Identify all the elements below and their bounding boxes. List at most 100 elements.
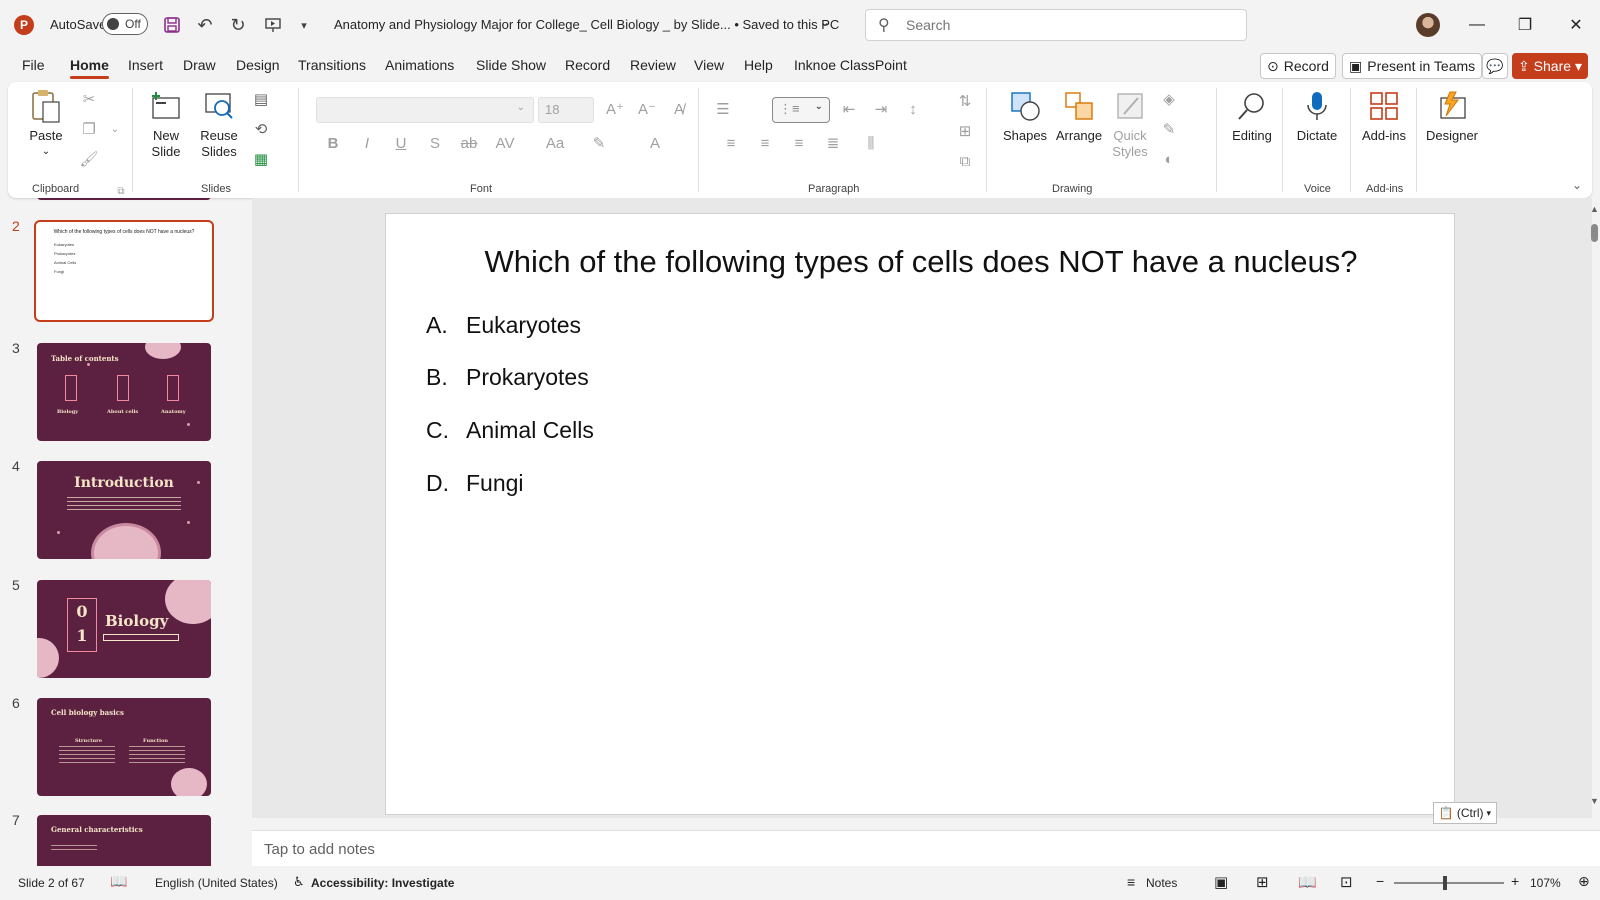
underline-icon[interactable]: U [390, 132, 412, 154]
slide-sorter-icon[interactable]: ⊞ [1256, 873, 1269, 891]
scrollbar-thumb[interactable] [1591, 224, 1598, 242]
restore-icon[interactable]: ❐ [1510, 12, 1540, 38]
shape-fill-icon[interactable]: ◈ [1158, 88, 1180, 110]
align-left-icon[interactable]: ≡ [720, 132, 742, 154]
smartart-icon[interactable]: ⧉ [954, 150, 976, 172]
slide-thumbnail-3[interactable]: Table of contents Biology About cells An… [37, 343, 211, 441]
present-in-teams-button[interactable]: ▣ Present in Teams [1342, 53, 1483, 79]
notes-pane[interactable]: Tap to add notes [252, 830, 1600, 866]
zoom-out-icon[interactable]: − [1376, 873, 1384, 889]
reset-icon[interactable]: ⟲ [250, 118, 272, 140]
slide-thumbnail-1[interactable] [37, 198, 211, 200]
section-icon[interactable]: ▦ [250, 148, 272, 170]
align-center-icon[interactable]: ≡ [754, 132, 776, 154]
change-case-icon[interactable]: Aa [544, 132, 566, 154]
strikethrough-icon[interactable]: ab [458, 132, 480, 154]
zoom-slider[interactable] [1394, 876, 1504, 890]
dictate-button[interactable]: Dictate [1294, 88, 1340, 144]
char-spacing-icon[interactable]: AV [494, 132, 516, 154]
addins-button[interactable]: Add-ins [1360, 88, 1408, 144]
scroll-down-icon[interactable]: ▼ [1590, 796, 1599, 806]
shapes-button[interactable]: Shapes [1002, 88, 1048, 144]
slide-thumbnail-5[interactable]: 0 1 Biology [37, 580, 211, 678]
accessibility-status[interactable]: Accessibility: Investigate [311, 876, 454, 890]
font-size-select[interactable]: 18 [538, 97, 594, 123]
save-icon[interactable] [160, 13, 184, 37]
editing-button[interactable]: Editing [1230, 88, 1274, 144]
title-chevron-icon[interactable]: ⌄ [820, 15, 830, 29]
zoom-in-icon[interactable]: + [1511, 873, 1519, 889]
new-slide-button[interactable]: New Slide [144, 88, 188, 160]
present-from-start-icon[interactable] [261, 13, 285, 37]
redo-icon[interactable]: ↻ [226, 13, 250, 37]
shadow-icon[interactable]: S [424, 132, 446, 154]
slide-thumbnail-7[interactable]: General characteristics [37, 815, 211, 866]
slide-show-icon[interactable]: ⊡ [1340, 873, 1353, 891]
answer-option[interactable]: C. Animal Cells [426, 417, 594, 444]
minimize-icon[interactable]: — [1462, 12, 1492, 38]
decrease-font-icon[interactable]: A⁻ [636, 98, 658, 120]
fit-to-window-icon[interactable]: ⊕ [1578, 873, 1590, 890]
document-title[interactable]: Anatomy and Physiology Major for College… [334, 17, 839, 32]
search-input[interactable] [906, 15, 1226, 35]
copy-chevron-icon[interactable]: ⌄ [104, 118, 126, 140]
bullets-icon[interactable]: ☰ [712, 98, 734, 120]
user-avatar[interactable] [1416, 13, 1440, 37]
align-right-icon[interactable]: ≡ [788, 132, 810, 154]
justify-icon[interactable]: ≣ [822, 132, 844, 154]
tab-transitions[interactable]: Transitions [298, 57, 366, 73]
columns-icon[interactable]: ⫼ [860, 132, 882, 154]
designer-button[interactable]: Designer [1424, 88, 1480, 144]
align-text-icon[interactable]: ⊞ [954, 120, 976, 142]
slide-thumbnail-4[interactable]: Introduction [37, 461, 211, 559]
normal-view-icon[interactable]: ▣ [1214, 873, 1228, 891]
answer-option[interactable]: B. Prokaryotes [426, 364, 589, 391]
tab-review[interactable]: Review [630, 57, 676, 73]
numbering-button[interactable]: ⋮≡ ⌄ [772, 97, 830, 123]
tab-draw[interactable]: Draw [183, 57, 216, 73]
copy-icon[interactable]: ❐ [78, 118, 100, 140]
tab-animations[interactable]: Animations [385, 57, 454, 73]
shape-effects-icon[interactable]: ◐ [1158, 148, 1180, 170]
zoom-level[interactable]: 107% [1530, 876, 1561, 890]
tab-record[interactable]: Record [565, 57, 610, 73]
tab-design[interactable]: Design [236, 57, 280, 73]
decrease-indent-icon[interactable]: ⇤ [838, 98, 860, 120]
vertical-scrollbar[interactable]: ▲ ▼ [1589, 204, 1599, 808]
tab-slide-show[interactable]: Slide Show [476, 57, 546, 73]
slide-thumbnail-6[interactable]: Cell biology basics Structure Function [37, 698, 211, 796]
tab-file[interactable]: File [22, 57, 45, 73]
slide-thumbnail-2[interactable]: Which of the following types of cells do… [34, 220, 214, 322]
current-slide[interactable]: Which of the following types of cells do… [385, 213, 1455, 815]
tab-help[interactable]: Help [744, 57, 773, 73]
shape-outline-icon[interactable]: ✎ [1158, 118, 1180, 140]
increase-font-icon[interactable]: A⁺ [604, 98, 626, 120]
slide-counter[interactable]: Slide 2 of 67 [18, 876, 85, 890]
answer-option[interactable]: A. Eukaryotes [426, 312, 581, 339]
arrange-button[interactable]: Arrange [1054, 88, 1104, 144]
language-indicator[interactable]: English (United States) [155, 876, 278, 890]
bold-icon[interactable]: B [322, 132, 344, 154]
paste-button[interactable]: Paste ⌄ [26, 88, 66, 160]
customize-qat-icon[interactable]: ▾ [292, 13, 316, 37]
zoom-slider-thumb[interactable] [1443, 876, 1447, 890]
comments-button[interactable]: 💬 [1482, 53, 1508, 79]
slide-title[interactable]: Which of the following types of cells do… [386, 244, 1456, 280]
record-button[interactable]: ⊙ Record [1260, 53, 1336, 79]
clear-format-icon[interactable]: A̸ [668, 98, 690, 120]
italic-icon[interactable]: I [356, 132, 378, 154]
undo-icon[interactable]: ↶ [193, 13, 217, 37]
font-family-select[interactable]: ⌄ [316, 97, 534, 123]
spelling-icon[interactable]: 📖 [110, 873, 127, 890]
reuse-slides-button[interactable]: Reuse Slides [198, 88, 240, 160]
search-box[interactable]: ⚲ [865, 9, 1247, 41]
close-icon[interactable]: ✕ [1561, 12, 1591, 38]
layout-icon[interactable]: ▤ [250, 88, 272, 110]
cut-icon[interactable]: ✂ [78, 88, 100, 110]
tab-view[interactable]: View [694, 57, 724, 73]
tab-insert[interactable]: Insert [128, 57, 163, 73]
collapse-ribbon-icon[interactable]: ⌄ [1566, 174, 1588, 196]
format-painter-icon[interactable]: 🖌 [78, 148, 100, 170]
font-color-icon[interactable]: A [644, 132, 666, 154]
tab-inknoe-classpoint[interactable]: Inknoe ClassPoint [794, 57, 907, 73]
